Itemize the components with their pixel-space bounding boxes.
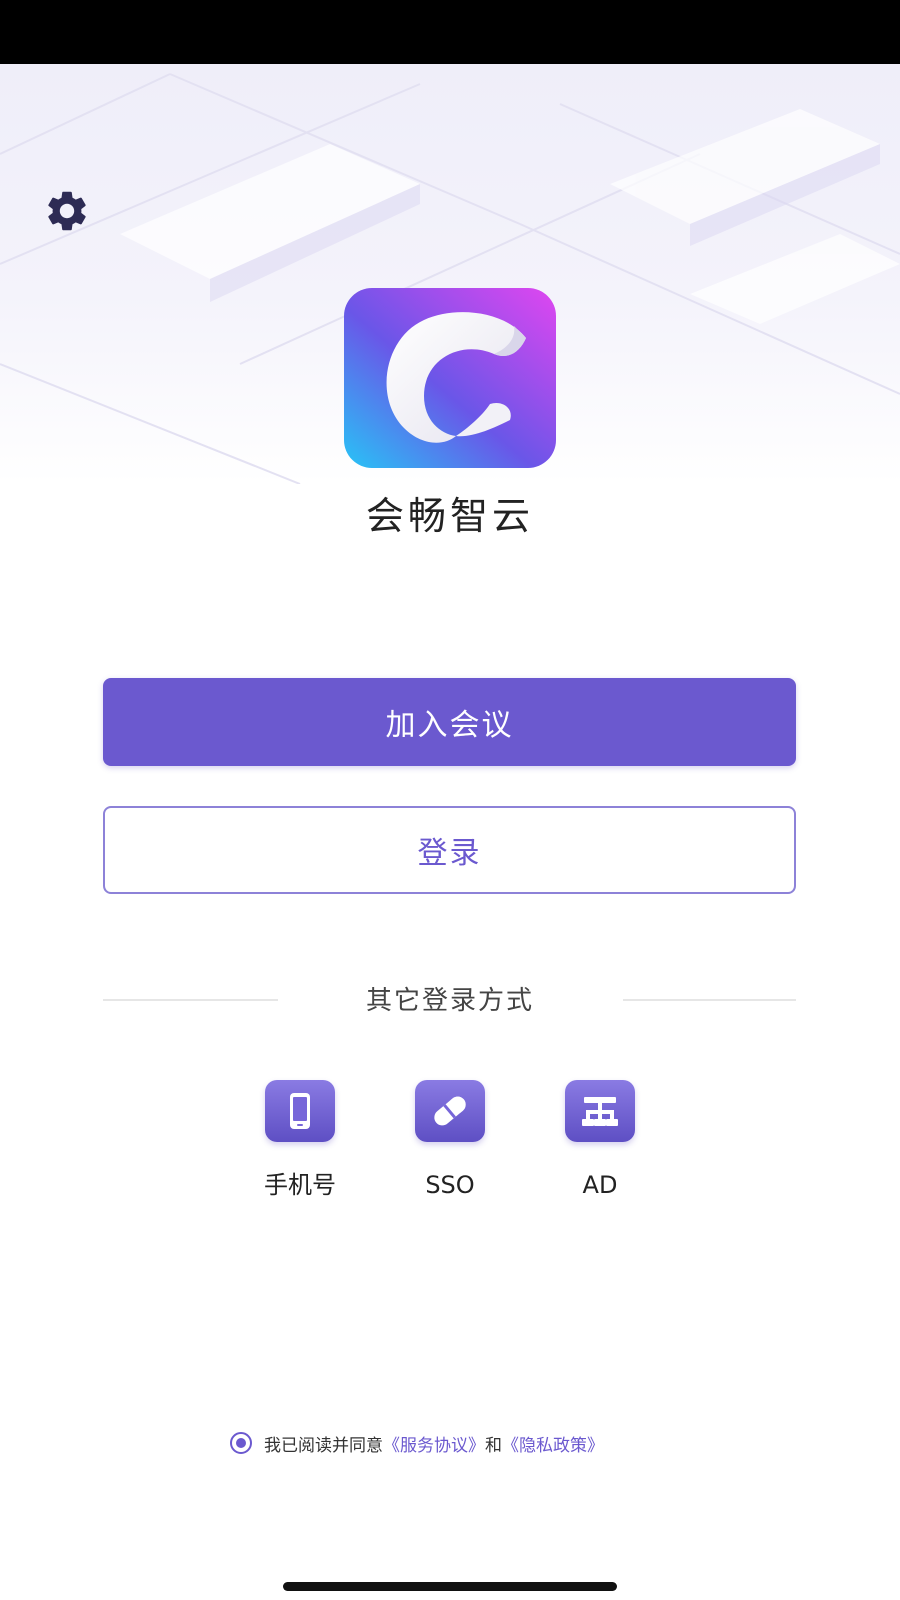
radio-checked-dot <box>236 1438 246 1448</box>
login-method-sso[interactable]: SSO <box>390 1080 510 1210</box>
login-method-phone[interactable]: 手机号 <box>240 1080 360 1210</box>
other-login-title: 其它登录方式 <box>365 986 534 1016</box>
agreement: 我已阅读并同意 《服务协议》 和 《隐私政策》 <box>230 1428 690 1458</box>
agreement-checkbox[interactable] <box>230 1432 252 1454</box>
login-method-label: AD <box>582 1171 618 1199</box>
agreement-conjunction: 和 <box>485 1435 502 1456</box>
home-indicator <box>283 1582 617 1591</box>
divider-right <box>623 999 796 1001</box>
app-logo <box>344 288 556 468</box>
network-icon <box>565 1080 635 1142</box>
login-method-label: SSO <box>425 1171 475 1199</box>
login-method-label: 手机号 <box>264 1171 336 1199</box>
app-name: 会畅智云 <box>365 494 534 538</box>
link-icon <box>415 1080 485 1142</box>
phone-icon <box>265 1080 335 1142</box>
terms-link[interactable]: 《服务协议》 <box>383 1431 485 1456</box>
app-logo-icon <box>344 288 556 468</box>
join-meeting-button[interactable]: 加入会议 <box>103 678 796 766</box>
status-bar <box>0 0 900 64</box>
privacy-link[interactable]: 《隐私政策》 <box>502 1431 604 1456</box>
gear-icon <box>48 191 86 231</box>
divider-left <box>103 999 278 1001</box>
login-button[interactable]: 登录 <box>103 806 796 894</box>
login-method-ad[interactable]: AD <box>540 1080 660 1210</box>
agreement-prefix: 我已阅读并同意 <box>264 1435 383 1456</box>
settings-button[interactable] <box>40 184 94 238</box>
